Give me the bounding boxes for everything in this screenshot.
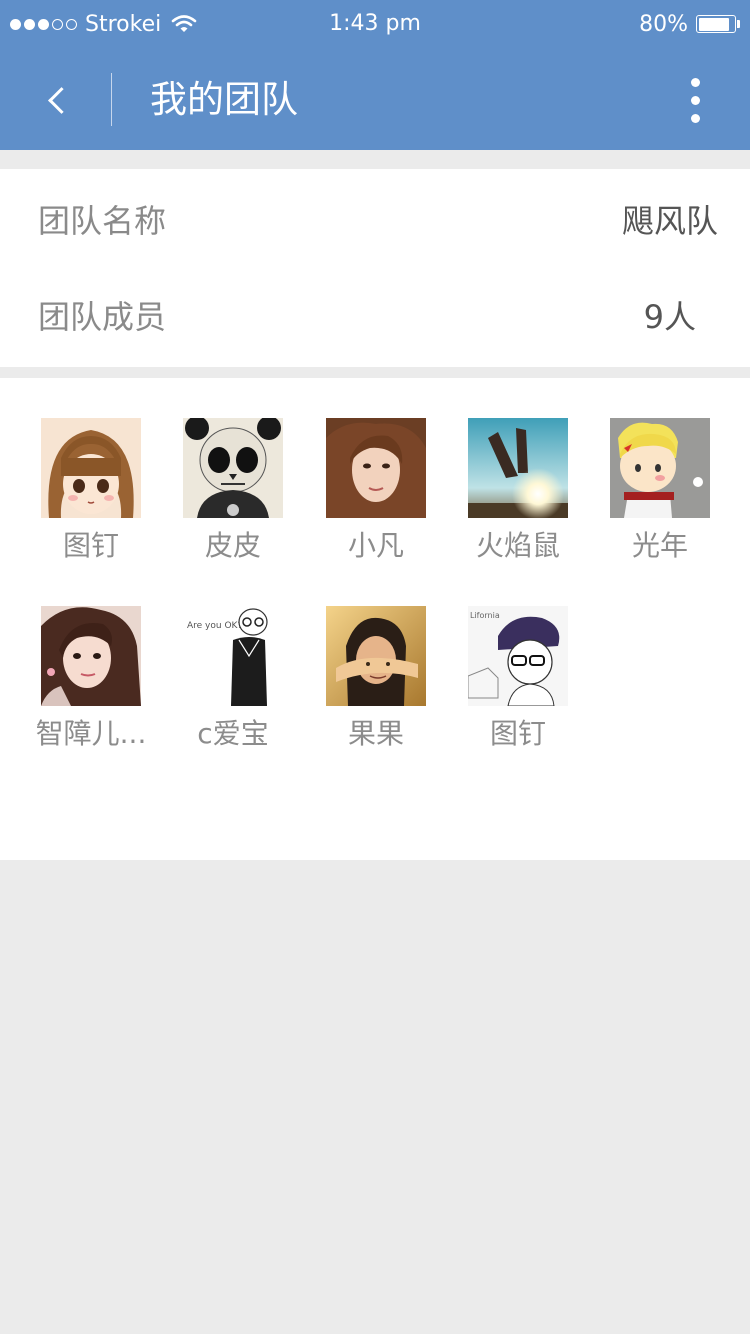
team-name-row[interactable]: 团队名称 飓风队	[0, 173, 750, 269]
team-name-label: 团队名称	[38, 202, 167, 240]
avatar	[41, 606, 141, 706]
member-name: 智障儿...	[35, 717, 147, 750]
avatar: Are you OK?	[183, 606, 283, 706]
member-item[interactable]: 智障儿...	[20, 606, 162, 774]
header-divider	[111, 73, 112, 126]
team-members-label: 团队成员	[38, 298, 167, 336]
avatar	[183, 418, 283, 518]
member-item[interactable]: 小凡	[305, 418, 447, 586]
svg-text:Lifornia: Lifornia	[470, 611, 500, 620]
avatar	[326, 418, 426, 518]
member-name: 果果	[347, 717, 404, 750]
member-name: 光年	[631, 529, 688, 562]
member-item[interactable]: 光年	[589, 418, 731, 586]
member-name: 皮皮	[204, 529, 261, 562]
members-grid: 图钉 皮皮 小凡 火焰鼠 光年 智障儿... Are you OK? c爱宝 果…	[0, 378, 750, 860]
back-button[interactable]	[30, 70, 84, 130]
member-name: 小凡	[347, 529, 404, 562]
chevron-left-icon	[47, 86, 75, 114]
page-title: 我的团队	[150, 78, 298, 121]
status-time: 1:43 pm	[329, 11, 421, 36]
member-item[interactable]: 果果	[305, 606, 447, 774]
team-name-value: 飓风队	[621, 202, 718, 240]
member-item[interactable]: Lifornia 图钉	[447, 606, 589, 774]
team-members-row[interactable]: 团队成员 9人	[0, 269, 750, 365]
avatar	[326, 606, 426, 706]
more-vertical-icon	[691, 78, 700, 87]
avatar	[610, 418, 710, 518]
avatar: Lifornia	[468, 606, 568, 706]
member-name: c爱宝	[197, 717, 269, 750]
member-name: 火焰鼠	[475, 529, 560, 562]
svg-text:Are you OK?: Are you OK?	[187, 621, 242, 631]
member-name: 图钉	[62, 529, 119, 562]
team-members-count: 9人	[643, 298, 696, 336]
member-name: 图钉	[489, 717, 546, 750]
avatar	[41, 418, 141, 518]
member-item[interactable]: Are you OK? c爱宝	[162, 606, 304, 774]
more-options-button[interactable]	[670, 70, 720, 130]
battery-percent: 80%	[639, 11, 688, 37]
member-item[interactable]: 图钉	[20, 418, 162, 586]
member-item[interactable]: 皮皮	[162, 418, 304, 586]
navigation-header: Strokei 1:43 pm 80% 我的团队	[0, 0, 750, 150]
status-battery: 80%	[639, 10, 740, 38]
team-info-card: 团队名称 飓风队 团队成员 9人	[0, 169, 750, 367]
avatar	[468, 418, 568, 518]
member-item[interactable]: 火焰鼠	[447, 418, 589, 586]
battery-icon	[696, 15, 736, 33]
